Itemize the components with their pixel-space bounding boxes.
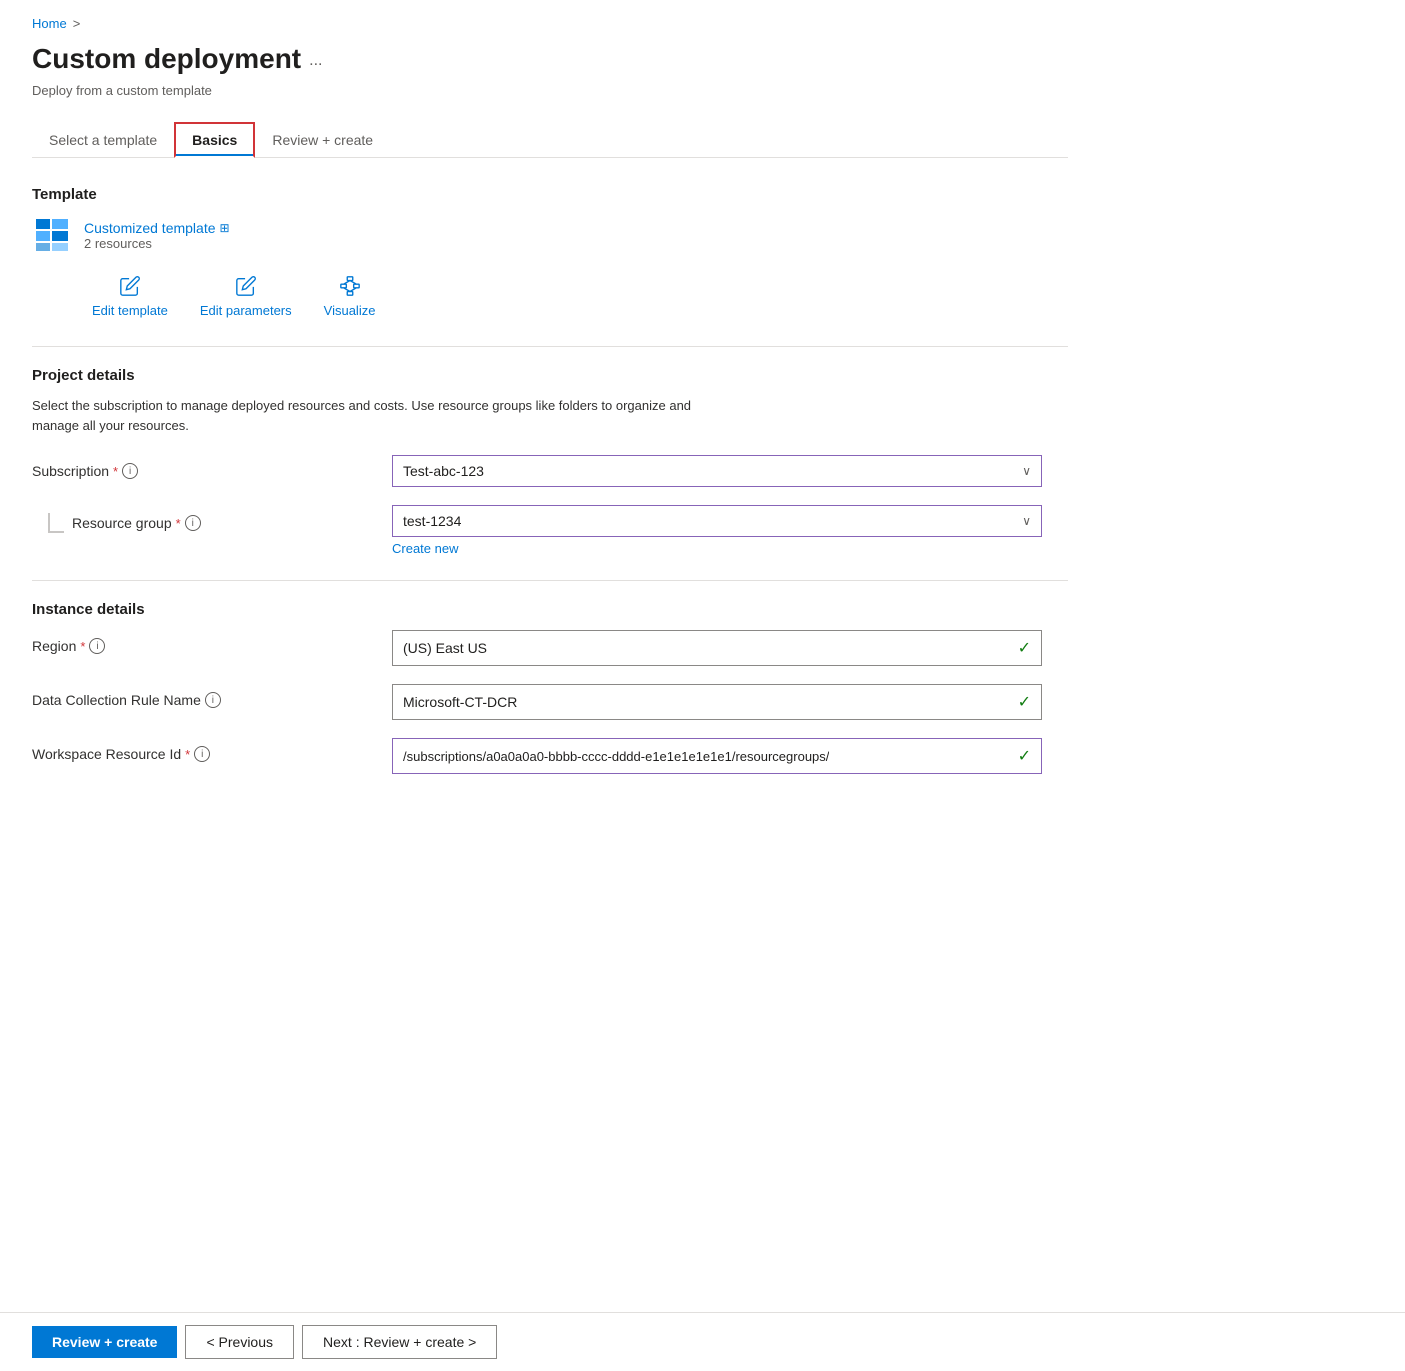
- dcr-name-dropdown[interactable]: Microsoft-CT-DCR ✓: [392, 684, 1042, 720]
- tab-basics[interactable]: Basics: [174, 122, 255, 158]
- more-options-icon[interactable]: ...: [309, 52, 322, 70]
- region-value: (US) East US: [403, 640, 487, 656]
- resource-group-label-wrapper: Resource group * i: [32, 505, 392, 533]
- next-button[interactable]: Next : Review + create >: [302, 1325, 497, 1359]
- region-info-icon[interactable]: i: [89, 638, 105, 654]
- subscription-value: Test-abc-123: [403, 463, 484, 479]
- workspace-id-control: /subscriptions/a0a0a0a0-bbbb-cccc-dddd-e…: [392, 738, 1042, 774]
- resource-group-required: *: [176, 516, 181, 531]
- template-name-link[interactable]: Customized template ⊞: [84, 220, 230, 236]
- resource-group-chevron: ∨: [1022, 514, 1031, 528]
- tab-select-template[interactable]: Select a template: [32, 123, 174, 157]
- subscription-control: Test-abc-123 ∨: [392, 455, 1042, 487]
- workspace-id-required: *: [185, 747, 190, 762]
- dcr-name-label: Data Collection Rule Name i: [32, 684, 392, 708]
- dcr-name-checkmark: ✓: [1018, 692, 1031, 712]
- subscription-dropdown[interactable]: Test-abc-123 ∨: [392, 455, 1042, 487]
- breadcrumb-home[interactable]: Home: [32, 16, 67, 31]
- resource-group-dropdown[interactable]: test-1234 ∨: [392, 505, 1042, 537]
- region-dropdown[interactable]: (US) East US ✓: [392, 630, 1042, 666]
- visualize-button[interactable]: Visualize: [324, 275, 376, 318]
- subscription-info-icon[interactable]: i: [122, 463, 138, 479]
- template-card: Customized template ⊞ 2 resources: [32, 215, 1068, 255]
- instance-details-title: Instance details: [32, 601, 1068, 618]
- dcr-name-value: Microsoft-CT-DCR: [403, 694, 517, 710]
- resource-group-control: test-1234 ∨ Create new: [392, 505, 1042, 556]
- resource-group-row: Resource group * i test-1234 ∨ Create ne…: [32, 505, 1068, 556]
- resource-group-label: Resource group: [72, 515, 172, 531]
- workspace-id-field[interactable]: /subscriptions/a0a0a0a0-bbbb-cccc-dddd-e…: [392, 738, 1042, 774]
- region-checkmark: ✓: [1018, 638, 1031, 658]
- page-title: Custom deployment: [32, 43, 301, 75]
- dcr-name-control: Microsoft-CT-DCR ✓: [392, 684, 1042, 720]
- workspace-id-info-icon[interactable]: i: [194, 746, 210, 762]
- workspace-id-label: Workspace Resource Id * i: [32, 738, 392, 762]
- project-details-description: Select the subscription to manage deploy…: [32, 396, 732, 435]
- tab-review-create[interactable]: Review + create: [255, 123, 390, 157]
- dcr-name-info-icon[interactable]: i: [205, 692, 221, 708]
- region-control: (US) East US ✓: [392, 630, 1042, 666]
- tabs-container: Select a template Basics Review + create: [32, 122, 1068, 158]
- template-icon: [32, 215, 72, 255]
- create-new-link[interactable]: Create new: [392, 541, 1042, 556]
- region-row: Region * i (US) East US ✓: [32, 630, 1068, 666]
- template-actions: Edit template Edit parameters: [92, 275, 1068, 318]
- template-section-title: Template: [32, 186, 1068, 203]
- breadcrumb-separator: >: [73, 16, 81, 31]
- workspace-id-checkmark: ✓: [1018, 746, 1031, 766]
- template-info: Customized template ⊞ 2 resources: [84, 220, 230, 251]
- dcr-name-row: Data Collection Rule Name i Microsoft-CT…: [32, 684, 1068, 720]
- edit-template-button[interactable]: Edit template: [92, 275, 168, 318]
- resource-group-value: test-1234: [403, 513, 461, 529]
- subscription-row: Subscription * i Test-abc-123 ∨: [32, 455, 1068, 487]
- subscription-label: Subscription * i: [32, 455, 392, 479]
- workspace-id-value: /subscriptions/a0a0a0a0-bbbb-cccc-dddd-e…: [403, 749, 829, 764]
- region-required: *: [80, 639, 85, 654]
- page-subtitle: Deploy from a custom template: [32, 83, 1068, 98]
- subscription-chevron: ∨: [1022, 464, 1031, 478]
- region-label: Region * i: [32, 630, 392, 654]
- review-create-button[interactable]: Review + create: [32, 1326, 177, 1358]
- previous-button[interactable]: < Previous: [185, 1325, 294, 1359]
- subscription-required: *: [113, 464, 118, 479]
- external-link-icon: ⊞: [220, 221, 230, 235]
- project-details-title: Project details: [32, 367, 1068, 384]
- workspace-id-row: Workspace Resource Id * i /subscriptions…: [32, 738, 1068, 774]
- edit-parameters-button[interactable]: Edit parameters: [200, 275, 292, 318]
- resource-group-info-icon[interactable]: i: [185, 515, 201, 531]
- breadcrumb: Home >: [32, 16, 1068, 31]
- footer: Review + create < Previous Next : Review…: [0, 1312, 1405, 1371]
- template-resources: 2 resources: [84, 236, 230, 251]
